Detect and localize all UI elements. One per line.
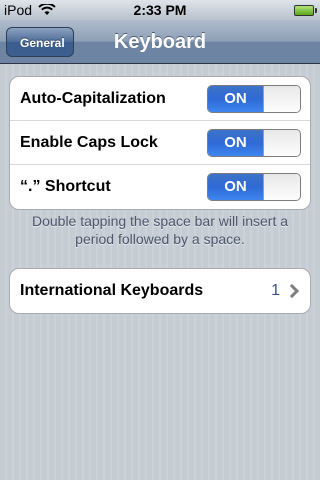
international-group: International Keyboards 1 — [9, 268, 311, 314]
setting-label: Auto-Capitalization — [20, 90, 166, 107]
setting-label: “.” Shortcut — [20, 178, 111, 195]
setting-row-enable-caps-lock: Enable Caps Lock ON — [10, 121, 310, 165]
toggle-knob — [263, 130, 300, 156]
keyboard-count: 1 — [271, 282, 280, 299]
chevron-right-icon — [284, 283, 300, 299]
setting-row-auto-capitalization: Auto-Capitalization ON — [10, 77, 310, 121]
keyboard-settings-group: Auto-Capitalization ON Enable Caps Lock … — [9, 76, 311, 210]
toggle-on-label: ON — [208, 86, 263, 112]
battery-icon — [294, 5, 317, 16]
international-keyboards-row[interactable]: International Keyboards 1 — [10, 269, 310, 313]
status-bar: iPod 2:33 PM — [0, 0, 320, 20]
auto-capitalization-toggle[interactable]: ON — [207, 85, 301, 113]
status-time: 2:33 PM — [133, 2, 187, 18]
toggle-knob — [263, 86, 300, 112]
setting-label: Enable Caps Lock — [20, 134, 158, 151]
international-keyboards-label: International Keyboards — [20, 282, 204, 299]
period-shortcut-toggle[interactable]: ON — [207, 173, 301, 201]
toggle-on-label: ON — [208, 174, 263, 200]
toggle-on-label: ON — [208, 130, 263, 156]
toggle-knob — [263, 174, 300, 200]
page-title: Keyboard — [113, 31, 207, 53]
shortcut-footer-note: Double tapping the space bar will insert… — [31, 213, 289, 247]
enable-caps-lock-toggle[interactable]: ON — [207, 129, 301, 157]
navigation-bar: General Keyboard — [0, 20, 320, 64]
setting-row-period-shortcut: “.” Shortcut ON — [10, 165, 310, 209]
